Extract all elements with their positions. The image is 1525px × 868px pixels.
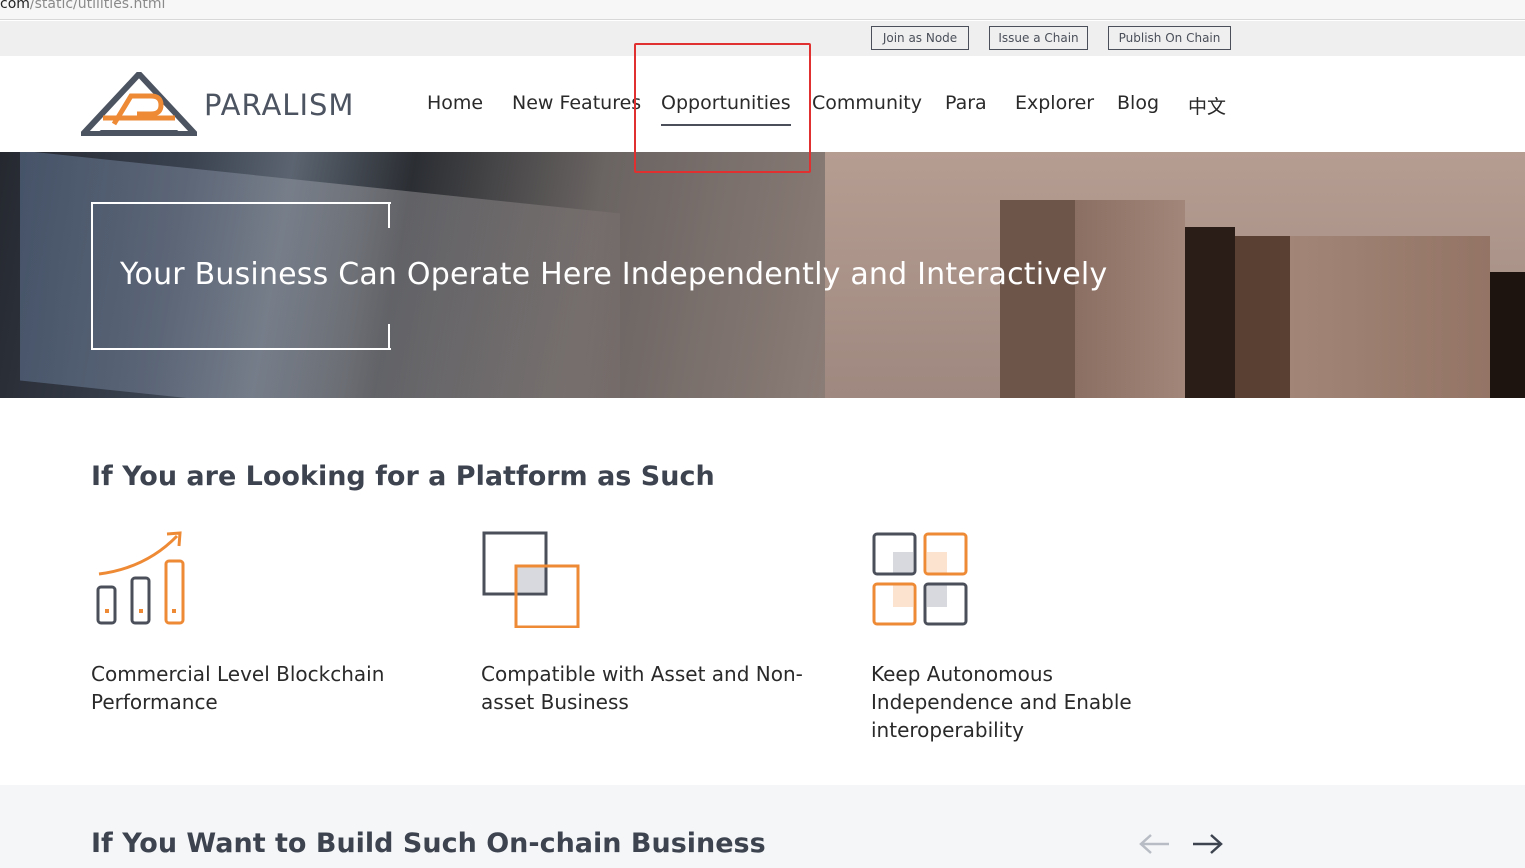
grid-squares-icon <box>871 528 971 628</box>
hero-title: Your Business Can Operate Here Independe… <box>120 257 1108 292</box>
nav-home[interactable]: Home <box>427 92 483 114</box>
nav-new-features[interactable]: New Features <box>512 92 641 114</box>
nav-chinese[interactable]: 中文 <box>1188 92 1226 119</box>
hero-architecture-shape <box>1075 200 1185 398</box>
feature-text-compatible: Compatible with Asset and Non-asset Busi… <box>481 662 803 714</box>
site-header: PARALISM Home New Features Opportunities… <box>0 56 1525 152</box>
bar-chart-growth-icon <box>91 528 191 628</box>
join-as-node-button[interactable]: Join as Node <box>871 26 969 50</box>
nav-blog[interactable]: Blog <box>1117 92 1159 114</box>
url-text: com/static/utilities.html <box>0 0 165 12</box>
logo-wordmark: PARALISM <box>204 88 355 122</box>
nav-para[interactable]: Para <box>945 92 987 114</box>
top-utility-bar: Join as Node Issue a Chain Publish On Ch… <box>0 21 1525 56</box>
hero-title-frame-corner <box>388 324 390 350</box>
url-path: /static/utilities.html <box>29 0 166 12</box>
publish-on-chain-button[interactable]: Publish On Chain <box>1108 26 1231 50</box>
arrow-left-icon[interactable] <box>1138 831 1172 857</box>
arrow-right-icon[interactable] <box>1190 831 1224 857</box>
issue-a-chain-button[interactable]: Issue a Chain <box>989 26 1088 50</box>
hero-architecture-shape <box>1235 236 1290 398</box>
paralism-logo[interactable]: PARALISM <box>76 69 391 137</box>
hero-title-frame-corner <box>388 202 390 228</box>
feature-text-performance: Commercial Level Blockchain Performance <box>91 662 385 714</box>
url-host: com <box>0 0 30 12</box>
section-title-build: If You Want to Build Such On-chain Busin… <box>91 828 766 859</box>
nav-opportunities[interactable]: Opportunities <box>661 92 791 126</box>
feature-text-autonomous: Keep Autonomous Independence and Enable … <box>871 662 1132 742</box>
nav-community[interactable]: Community <box>812 92 922 114</box>
hero-architecture-shape <box>1490 272 1525 398</box>
hero-banner: Your Business Can Operate Here Independe… <box>0 152 1525 398</box>
browser-url-bar[interactable]: com/static/utilities.html <box>0 0 1525 20</box>
hero-architecture-shape <box>1290 236 1490 398</box>
paralism-logo-icon <box>76 69 202 137</box>
overlapping-squares-icon <box>481 528 581 629</box>
hero-architecture-shape <box>1185 227 1235 398</box>
nav-explorer[interactable]: Explorer <box>1015 92 1094 114</box>
hero-architecture-shape <box>1000 200 1075 398</box>
section-title-platform: If You are Looking for a Platform as Suc… <box>91 461 715 492</box>
